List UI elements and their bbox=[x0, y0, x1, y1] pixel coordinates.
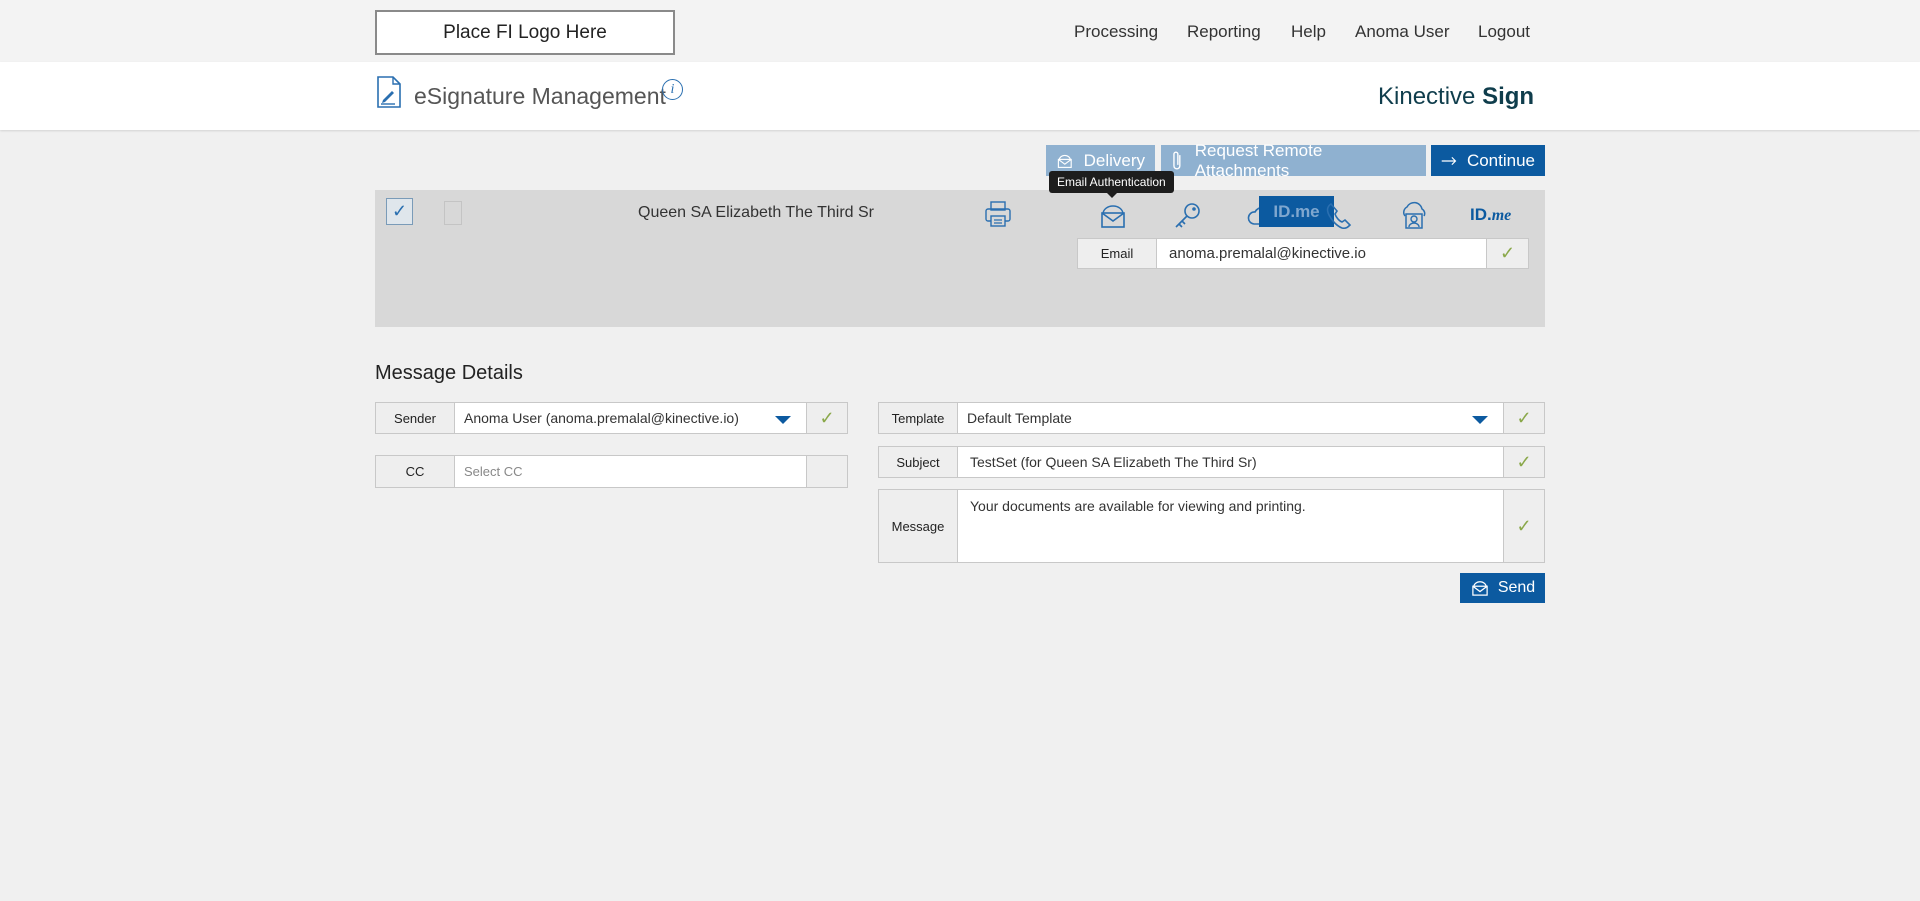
cc-select[interactable]: Select CC bbox=[455, 455, 807, 488]
printer-icon[interactable] bbox=[982, 198, 1014, 230]
sender-select[interactable]: Anoma User (anoma.premalal@kinective.io) bbox=[455, 402, 807, 434]
email-auth-tooltip: Email Authentication bbox=[1049, 171, 1174, 198]
delivery-label: Delivery bbox=[1083, 150, 1145, 170]
send-button[interactable]: Send bbox=[1460, 573, 1545, 603]
nav-processing[interactable]: Processing bbox=[1074, 22, 1158, 42]
brand-logo: Kinective Sign bbox=[1378, 83, 1534, 111]
email-checkmark-icon: ✓ bbox=[1487, 238, 1529, 269]
subject-checkmark-icon: ✓ bbox=[1504, 446, 1545, 478]
message-label: Message bbox=[878, 489, 958, 563]
phone-icon[interactable] bbox=[1322, 200, 1354, 232]
cc-label: CC bbox=[375, 455, 455, 488]
message-textarea[interactable]: Your documents are available for viewing… bbox=[958, 489, 1504, 563]
send-label: Send bbox=[1497, 579, 1536, 596]
request-remote-label: Request Remote Attachments bbox=[1194, 140, 1323, 180]
brand-suffix: Sign bbox=[1482, 83, 1535, 110]
chevron-down-icon bbox=[1472, 416, 1488, 424]
chevron-down-icon bbox=[775, 416, 791, 424]
subject-label: Subject bbox=[878, 446, 958, 478]
subject-field[interactable]: TestSet (for Queen SA Elizabeth The Thir… bbox=[958, 446, 1504, 478]
template-value: Default Template bbox=[967, 410, 1072, 426]
template-label: Template bbox=[878, 402, 958, 434]
sender-label: Sender bbox=[375, 402, 455, 434]
key-icon[interactable] bbox=[1172, 200, 1204, 232]
idme-suffix: me bbox=[1491, 207, 1512, 224]
document-icon bbox=[444, 201, 462, 225]
cc-status-box bbox=[807, 455, 848, 488]
brand-prefix: Kinective bbox=[1378, 83, 1476, 110]
mail-icon bbox=[1057, 154, 1072, 168]
page-title: eSignature Management bbox=[414, 83, 666, 109]
template-checkmark-icon: ✓ bbox=[1504, 402, 1545, 434]
email-auth-icon[interactable] bbox=[1097, 200, 1129, 232]
arrow-right-icon bbox=[1441, 156, 1457, 165]
idme-prefix: ID. bbox=[1470, 205, 1492, 224]
nav-user[interactable]: Anoma User bbox=[1355, 22, 1449, 42]
document-sign-icon bbox=[377, 76, 401, 108]
mail-icon bbox=[1472, 581, 1488, 596]
info-icon[interactable]: i bbox=[662, 79, 683, 100]
message-checkmark-icon: ✓ bbox=[1504, 489, 1545, 563]
template-select[interactable]: Default Template bbox=[958, 402, 1504, 434]
continue-button[interactable]: Continue bbox=[1431, 145, 1545, 176]
section-title: Message Details bbox=[375, 362, 523, 384]
nav-help[interactable]: Help bbox=[1291, 22, 1326, 42]
continue-label: Continue bbox=[1466, 150, 1535, 170]
nav-logout[interactable]: Logout bbox=[1478, 22, 1530, 42]
sender-value: Anoma User (anoma.premalal@kinective.io) bbox=[464, 410, 739, 426]
logo-text: Place FI Logo Here bbox=[443, 21, 607, 43]
email-field[interactable]: anoma.premalal@kinective.io bbox=[1157, 238, 1487, 269]
email-label: Email bbox=[1077, 238, 1157, 269]
page-header bbox=[0, 62, 1920, 130]
request-remote-attachments-button[interactable]: Request Remote Attachments bbox=[1161, 141, 1426, 180]
signer-name: Queen SA Elizabeth The Third Sr bbox=[638, 204, 874, 221]
logo-placeholder: Place FI Logo Here bbox=[375, 10, 675, 55]
idme-icon[interactable]: ID.me bbox=[1470, 205, 1511, 225]
paperclip-icon bbox=[1173, 151, 1181, 169]
cloud-user-icon[interactable] bbox=[1398, 200, 1430, 232]
sender-checkmark-icon: ✓ bbox=[807, 402, 848, 434]
nav-reporting[interactable]: Reporting bbox=[1187, 22, 1261, 42]
top-bar bbox=[0, 0, 1920, 62]
signer-checkbox[interactable]: ✓ bbox=[386, 198, 413, 225]
